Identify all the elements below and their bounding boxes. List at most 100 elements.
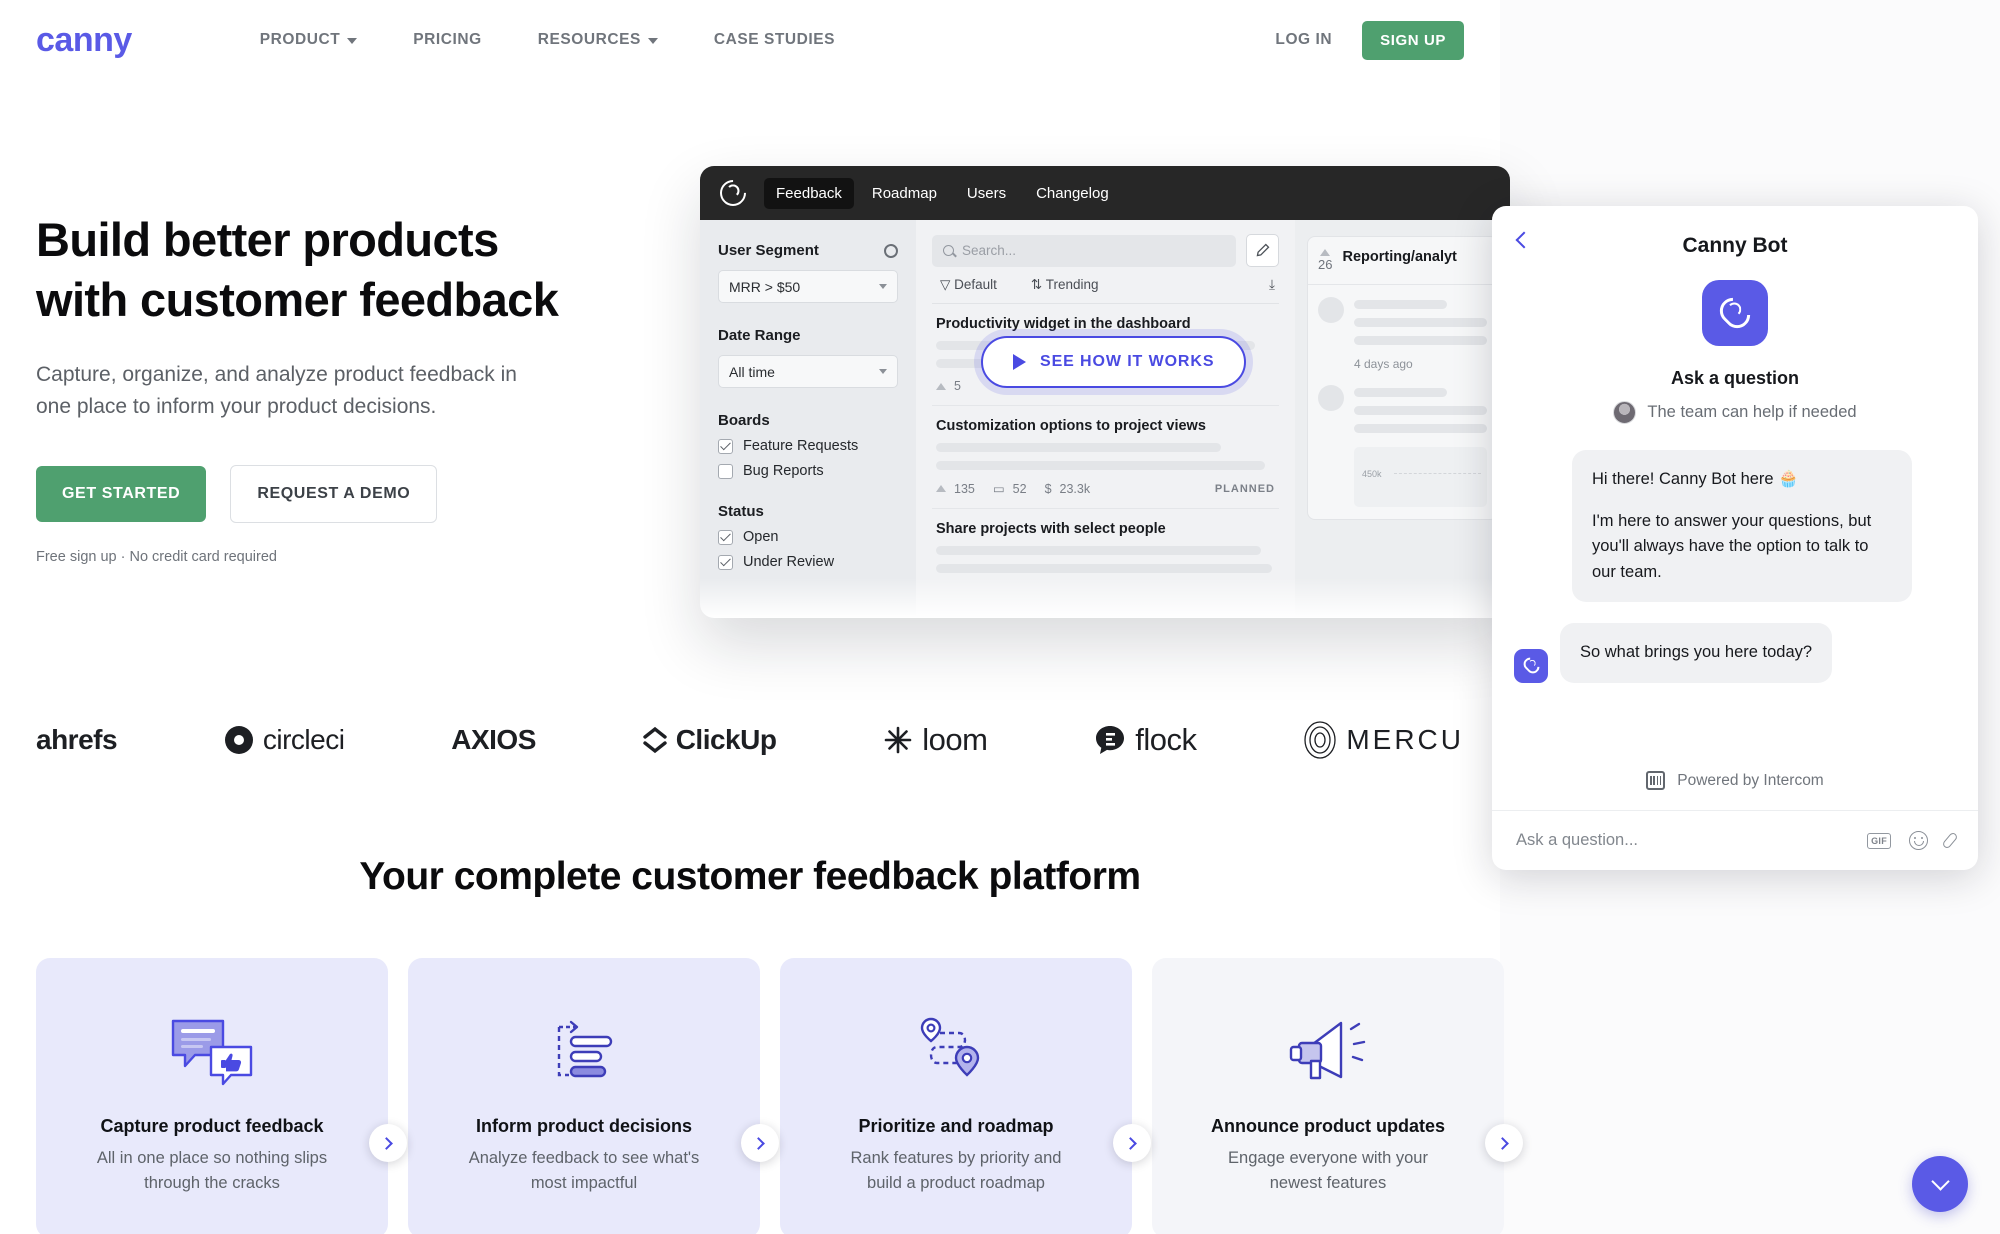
- post-value: 23.3k: [1059, 481, 1091, 496]
- chat-messages: Hi there! Canny Bot here 🧁 I'm here to a…: [1492, 424, 1978, 755]
- status-checkbox-open[interactable]: Open: [718, 529, 898, 545]
- boards-label-row: Boards: [718, 412, 898, 429]
- date-range-select[interactable]: All time: [718, 355, 898, 388]
- create-post-button[interactable]: [1246, 234, 1279, 267]
- user-segment-select[interactable]: MRR > $50: [718, 270, 898, 303]
- filter-default[interactable]: ▽ Default: [940, 277, 997, 293]
- gear-icon[interactable]: [884, 243, 898, 258]
- intercom-chat-widget: Canny Bot Ask a question The team can he…: [1492, 206, 1978, 870]
- nav-label-case-studies: CASE STUDIES: [713, 31, 836, 48]
- mockup-post-list: Search... ▽ Default ⇅ Trending ⤓ Product…: [916, 220, 1295, 618]
- chat-input-field[interactable]: Ask a question...: [1516, 831, 1849, 850]
- board-checkbox-feature-requests[interactable]: Feature Requests: [718, 438, 898, 454]
- card-next-arrow[interactable]: [741, 1124, 779, 1162]
- see-how-it-works-button[interactable]: SEE HOW IT WORKS: [981, 336, 1247, 388]
- download-icon[interactable]: ⤓: [1269, 277, 1275, 293]
- logo-clickup: ClickUp: [642, 724, 777, 756]
- logo-label: ahrefs: [36, 724, 118, 755]
- mockup-filter-row: ▽ Default ⇅ Trending ⤓: [932, 267, 1279, 304]
- mockup-tab-feedback[interactable]: Feedback: [764, 177, 854, 209]
- request-demo-button[interactable]: REQUEST A DEMO: [230, 465, 438, 524]
- intercom-icon: [1646, 771, 1666, 790]
- card-next-arrow[interactable]: [1485, 1124, 1523, 1162]
- search-placeholder: Search...: [962, 243, 1017, 258]
- gif-icon[interactable]: GIF: [1867, 832, 1891, 849]
- upvote-icon: [936, 382, 946, 390]
- nav-item-case-studies[interactable]: CASE STUDIES: [686, 21, 863, 59]
- logo-label: MERCU: [1346, 724, 1464, 755]
- status-checkbox-under-review[interactable]: Under Review: [718, 554, 898, 570]
- login-link[interactable]: LOG IN: [1275, 31, 1332, 49]
- nav-item-pricing[interactable]: PRICING: [385, 21, 509, 59]
- card-next-arrow[interactable]: [369, 1124, 407, 1162]
- feature-card-prioritize[interactable]: Prioritize and roadmap Rank features by …: [780, 958, 1151, 1234]
- logo-circleci: circleci: [224, 724, 345, 756]
- canny-mark-icon: [1520, 655, 1542, 677]
- checkbox-icon: [718, 529, 733, 545]
- card-title: Inform product decisions: [475, 1116, 693, 1136]
- hero-cta-group: GET STARTED REQUEST A DEMO: [36, 465, 596, 524]
- filter-sort[interactable]: ⇅ Trending: [1031, 277, 1099, 293]
- mockup-search-input[interactable]: Search...: [932, 234, 1236, 267]
- search-icon: [943, 245, 954, 256]
- canny-logo[interactable]: canny: [36, 23, 132, 57]
- checkbox-icon: [718, 554, 733, 570]
- boards-label: Boards: [718, 412, 770, 429]
- feature-card-inform[interactable]: Inform product decisions Analyze feedbac…: [408, 958, 779, 1234]
- date-range-label-row: Date Range: [718, 327, 898, 344]
- card-next-arrow[interactable]: [1113, 1124, 1151, 1162]
- status-item-label: Open: [743, 529, 779, 545]
- post-title: Share projects with select people: [936, 521, 1166, 537]
- nav-item-resources[interactable]: RESOURCES: [510, 21, 686, 59]
- nav-label-pricing: PRICING: [413, 31, 482, 48]
- avatar: [1318, 297, 1344, 324]
- comment-icon: ▭: [992, 482, 1005, 496]
- card-title: Prioritize and roadmap: [858, 1116, 1054, 1136]
- report-card: 26 Reporting/analyt 4 days ago 450k: [1307, 236, 1498, 521]
- mockup-topbar: Feedback Roadmap Users Changelog: [700, 166, 1510, 220]
- dollar-icon: $: [1044, 481, 1052, 496]
- chat-toggle-button[interactable]: [1912, 1156, 1968, 1212]
- card-description: Analyze feedback to see what's most impa…: [468, 1149, 700, 1192]
- mockup-tab-changelog[interactable]: Changelog: [1024, 178, 1121, 209]
- attachment-icon[interactable]: [1941, 831, 1959, 850]
- board-checkbox-bug-reports[interactable]: Bug Reports: [718, 463, 898, 479]
- date-range-value: All time: [729, 363, 775, 380]
- logo-flock: flock: [1094, 722, 1197, 758]
- loom-icon: [884, 726, 912, 754]
- hero-note: Free sign up · No credit card required: [36, 549, 277, 566]
- post-skeleton-line: [936, 461, 1265, 470]
- emoji-icon[interactable]: [1909, 831, 1928, 850]
- date-range-label: Date Range: [718, 327, 801, 344]
- post-row[interactable]: Customization options to project views 1…: [932, 406, 1279, 509]
- card-title: Capture product feedback: [100, 1116, 324, 1136]
- skeleton-line: [1354, 300, 1448, 310]
- logo-label: ClickUp: [675, 724, 777, 755]
- board-label: Bug Reports: [743, 463, 824, 479]
- canny-mark-icon: [1714, 292, 1756, 334]
- logo-label: flock: [1135, 722, 1197, 757]
- post-title: Customization options to project views: [936, 418, 1206, 434]
- avatar: [1318, 385, 1344, 412]
- mockup-body: User Segment MRR > $50 Date Range All ti…: [700, 220, 1510, 618]
- page-title: Build better products with customer feed…: [36, 213, 559, 326]
- chat-message-row: So what brings you here today?: [1514, 623, 1956, 683]
- card-description: All in one place so nothing slips throug…: [96, 1149, 328, 1192]
- user-segment-value: MRR > $50: [729, 278, 801, 295]
- status-label-row: Status: [718, 503, 898, 520]
- powered-by-label: Powered by Intercom: [1677, 771, 1824, 789]
- signup-button[interactable]: SIGN UP: [1362, 20, 1464, 60]
- canny-mark-icon: [714, 174, 752, 212]
- mockup-tab-users[interactable]: Users: [955, 178, 1018, 209]
- post-row[interactable]: Share projects with select people: [932, 509, 1279, 585]
- mockup-tab-roadmap[interactable]: Roadmap: [860, 178, 949, 209]
- get-started-button[interactable]: GET STARTED: [36, 466, 207, 523]
- feature-card-announce[interactable]: Announce product updates Engage everyone…: [1152, 958, 1523, 1234]
- post-skeleton-line: [936, 443, 1221, 452]
- feature-card-capture[interactable]: Capture product feedback All in one plac…: [36, 958, 407, 1234]
- see-how-it-works-label: SEE HOW IT WORKS: [1040, 353, 1215, 370]
- chevron-right-icon: [380, 1136, 393, 1150]
- post-skeleton-line: [936, 564, 1272, 573]
- checkbox-icon: [718, 438, 733, 454]
- nav-item-product[interactable]: PRODUCT: [232, 21, 386, 59]
